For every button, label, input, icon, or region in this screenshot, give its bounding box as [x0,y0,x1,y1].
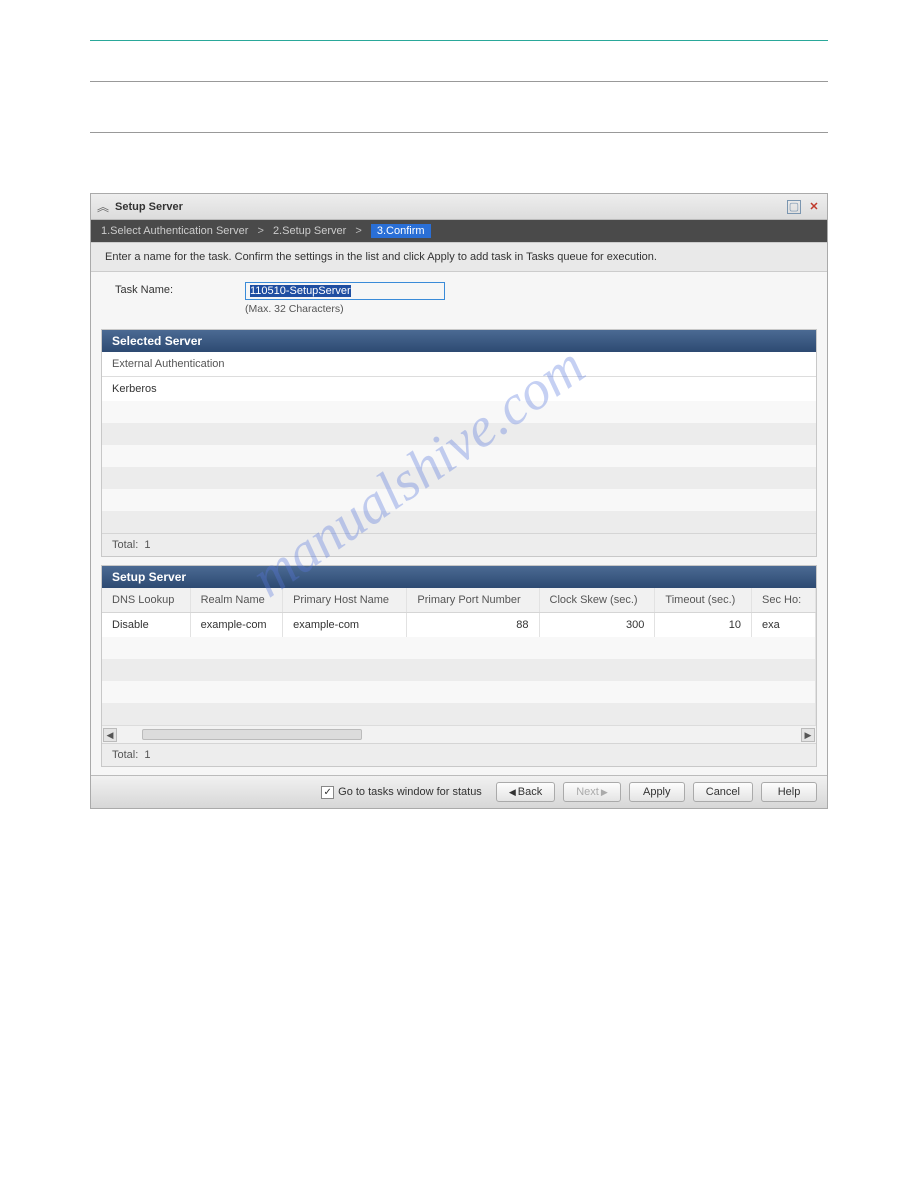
cell-sec-host: exa [752,613,816,638]
breadcrumb-sep-1: > [257,225,263,237]
selected-server-total-value: 1 [144,539,150,551]
setup-server-window: manualshive.com ︽ Setup Server ▢ ✕ 1.Sel… [90,193,828,809]
col-timeout[interactable]: Timeout (sec.) [655,588,752,613]
setup-server-header: Setup Server [102,566,816,588]
status-checkbox-label: Go to tasks window for status [338,786,482,798]
close-icon[interactable]: ✕ [807,200,821,214]
selected-server-row-value[interactable]: Kerberos [102,377,816,401]
setup-server-panel: Setup Server DNS Lookup Realm Name Prima… [101,565,817,767]
window-titlebar: ︽ Setup Server ▢ ✕ [91,194,827,220]
collapse-icon[interactable]: ︽ [97,198,109,215]
col-primary-port[interactable]: Primary Port Number [407,588,539,613]
setup-server-total-label: Total: [112,749,138,761]
horizontal-scrollbar[interactable]: ◀ ▶ [102,725,816,743]
divider-gray-2 [90,132,828,133]
breadcrumb-step-3[interactable]: 3.Confirm [371,224,431,238]
table-row[interactable]: Disable example-com example-com 88 300 1… [102,613,816,638]
setup-server-total-value: 1 [144,749,150,761]
divider-teal [90,40,828,41]
cancel-button[interactable]: Cancel [693,782,753,802]
task-name-row: Task Name: 110510-SetupServer (Max. 32 C… [91,272,827,321]
selected-server-total-label: Total: [112,539,138,551]
selected-server-column-header: External Authentication [102,352,816,377]
breadcrumb: 1.Select Authentication Server > 2.Setup… [91,220,827,242]
apply-button[interactable]: Apply [629,782,685,802]
back-button[interactable]: ◀Back [496,782,555,802]
cell-primary-host: example-com [283,613,407,638]
cell-primary-port: 88 [407,613,539,638]
cell-clock-skew: 300 [539,613,655,638]
breadcrumb-sep-2: > [355,225,361,237]
divider-gray-1 [90,81,828,82]
footer-bar: ✓ Go to tasks window for status ◀Back Ne… [91,775,827,808]
cell-dns-lookup: Disable [102,613,190,638]
task-name-input[interactable]: 110510-SetupServer [245,282,445,300]
help-button[interactable]: Help [761,782,817,802]
setup-server-footer: Total: 1 [102,743,816,766]
selected-server-header: Selected Server [102,330,816,352]
breadcrumb-step-2[interactable]: 2.Setup Server [273,225,346,237]
window-title: Setup Server [115,201,787,213]
scroll-right-icon[interactable]: ▶ [801,728,815,742]
breadcrumb-step-1[interactable]: 1.Select Authentication Server [101,225,248,237]
task-name-hint: (Max. 32 Characters) [245,303,445,315]
cell-timeout: 10 [655,613,752,638]
selected-server-empty-rows [102,401,816,533]
setup-server-table: DNS Lookup Realm Name Primary Host Name … [102,588,816,725]
status-checkbox[interactable]: ✓ [321,786,334,799]
col-realm-name[interactable]: Realm Name [190,588,283,613]
scroll-left-icon[interactable]: ◀ [103,728,117,742]
col-sec-host[interactable]: Sec Ho: [752,588,816,613]
col-primary-host[interactable]: Primary Host Name [283,588,407,613]
col-clock-skew[interactable]: Clock Skew (sec.) [539,588,655,613]
next-button: Next▶ [563,782,621,802]
instruction-text: Enter a name for the task. Confirm the s… [91,242,827,272]
status-checkbox-wrap[interactable]: ✓ Go to tasks window for status [321,786,482,799]
selected-server-footer: Total: 1 [102,533,816,556]
task-name-label: Task Name: [115,282,225,296]
col-dns-lookup[interactable]: DNS Lookup [102,588,190,613]
maximize-icon[interactable]: ▢ [787,200,801,214]
selected-server-panel: Selected Server External Authentication … [101,329,817,557]
scroll-thumb[interactable] [142,729,362,740]
cell-realm-name: example-com [190,613,283,638]
